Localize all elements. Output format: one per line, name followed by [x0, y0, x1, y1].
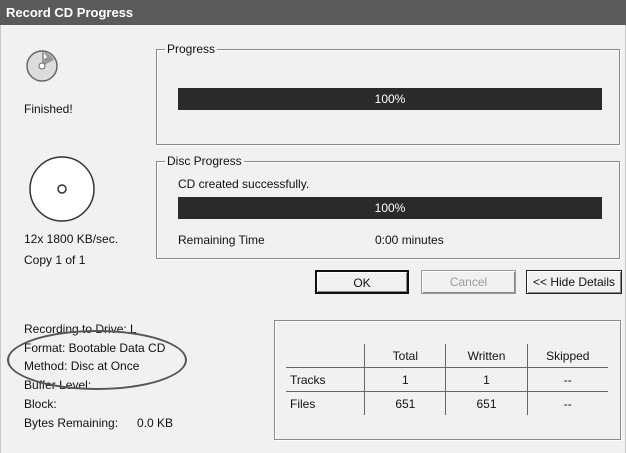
table-row: Tracks 1 1 --	[286, 367, 608, 392]
remaining-time-label: Remaining Time	[178, 233, 265, 247]
progress-bar: 100%	[178, 88, 602, 110]
speed-text: 12x 1800 KB/sec.	[24, 232, 119, 246]
stats-header-skipped: Skipped	[526, 344, 608, 368]
disc-progress-group: Disc Progress CD created successfully. 1…	[156, 154, 620, 259]
status-text: Finished!	[24, 102, 73, 116]
copy-text: Copy 1 of 1	[24, 253, 86, 267]
stats-cell-total: 1	[364, 367, 446, 392]
progress-group: Progress 100%	[156, 42, 620, 145]
cd-disc-icon	[28, 155, 96, 223]
stats-cell-skipped: --	[526, 367, 608, 392]
cd-spin-icon	[25, 49, 59, 83]
block-text: Block:	[24, 397, 57, 411]
progress-group-label: Progress	[165, 42, 218, 56]
remaining-time-value: 0:00 minutes	[375, 233, 444, 247]
disc-progress-percent: 100%	[374, 201, 406, 215]
bytes-remaining-label: Bytes Remaining:	[24, 416, 119, 430]
stats-row-label: Tracks	[286, 367, 365, 392]
disc-progress-group-label: Disc Progress	[165, 154, 244, 168]
bytes-remaining-value: 0.0 KB	[137, 416, 174, 430]
hide-details-button[interactable]: << Hide Details	[526, 270, 622, 294]
record-cd-progress-dialog: Finished! 12x 1800 KB/sec. Copy 1 of 1 P…	[0, 25, 626, 453]
stats-cell-total: 651	[364, 391, 446, 415]
ok-button[interactable]: OK	[315, 270, 409, 294]
stats-cell-written: 1	[445, 367, 528, 392]
progress-percent: 100%	[374, 92, 406, 106]
stats-cell-written: 651	[445, 391, 528, 415]
stats-box: Total Written Skipped Tracks 1 1 -- File…	[274, 320, 621, 440]
stats-header-row: Total Written Skipped	[286, 344, 608, 368]
stats-cell-skipped: --	[526, 391, 608, 415]
stats-row-label: Files	[286, 391, 365, 415]
window-title: Record CD Progress	[0, 0, 626, 25]
disc-progress-bar: 100%	[178, 197, 602, 219]
cancel-button[interactable]: Cancel	[421, 270, 516, 294]
stats-header-written: Written	[445, 344, 528, 368]
table-row: Files 651 651 --	[286, 391, 608, 415]
stats-table: Total Written Skipped Tracks 1 1 -- File…	[286, 344, 608, 415]
disc-progress-message: CD created successfully.	[178, 177, 310, 191]
highlight-oval	[7, 330, 187, 390]
stats-header-total: Total	[364, 344, 446, 368]
